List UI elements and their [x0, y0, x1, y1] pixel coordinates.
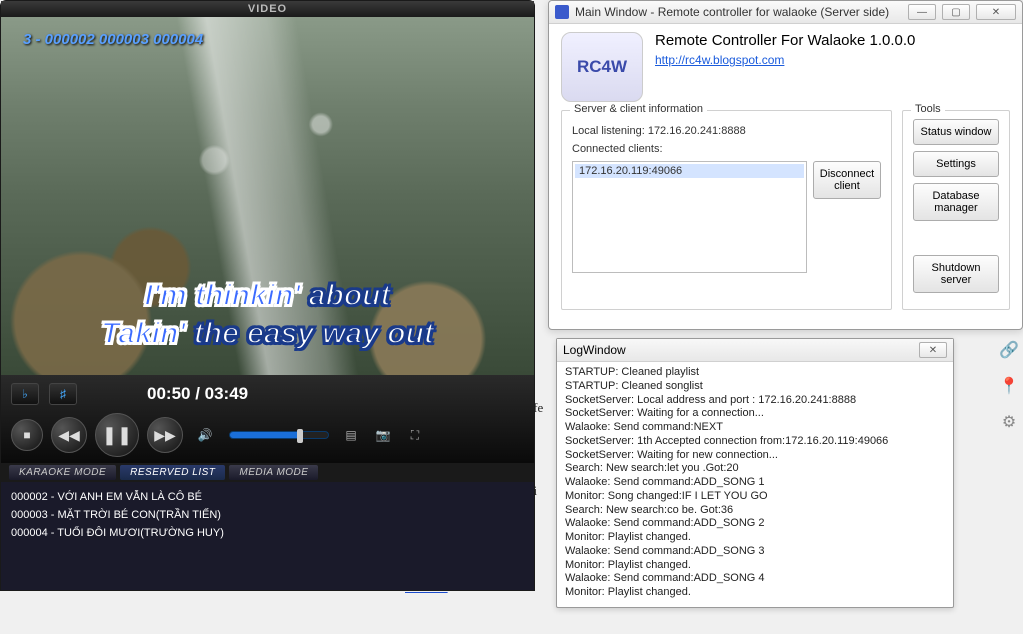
app-icon [555, 5, 569, 19]
camera-icon[interactable]: 📷 [373, 425, 393, 445]
karaoke-lyrics: I'm thinkin' about Takin' the easy way o… [1, 279, 534, 351]
log-line: Walaoke: Send command:ADD_SONG 2 [565, 517, 945, 531]
app-title: Remote Controller For Walaoke 1.0.0.0 [655, 32, 915, 49]
tab-media-mode[interactable]: MEDIA MODE [229, 465, 318, 480]
log-window: LogWindow ✕ STARTUP: Cleaned playlistSTA… [556, 338, 954, 608]
rewind-button[interactable]: ◀◀ [51, 417, 87, 453]
main-window: Main Window - Remote controller for wala… [548, 0, 1023, 330]
status-window-button[interactable]: Status window [913, 119, 999, 145]
volume-icon[interactable]: 🔊 [195, 425, 215, 445]
shutdown-server-button[interactable]: Shutdown server [913, 255, 999, 293]
client-list-item[interactable]: 172.16.20.119:49066 [575, 164, 804, 178]
log-line: STARTUP: Cleaned songlist [565, 380, 945, 394]
player-controls: ♭ ♯ 00:50 / 03:49 ■ ◀◀ ❚❚ ▶▶ 🔊 ▤ 📷 ⛶ [1, 375, 534, 463]
playlist-item[interactable]: 000004 - TUỔI ĐÔI MƯƠI(TRƯỜNG HUY) [11, 524, 524, 542]
log-line: Walaoke: Send command:NEXT [565, 421, 945, 435]
log-line: Walaoke: Send command:ADD_SONG 3 [565, 545, 945, 559]
maximize-button[interactable]: ▢ [942, 4, 970, 20]
stop-button[interactable]: ■ [11, 419, 43, 451]
mode-tabs: KARAOKE MODE RESERVED LIST MEDIA MODE [1, 463, 534, 482]
tools-group: Tools Status window Settings Database ma… [902, 110, 1010, 310]
connected-clients-label: Connected clients: [572, 143, 881, 155]
playlist-item[interactable]: 000002 - VỚI ANH EM VẪN LÀ CÔ BÉ [11, 488, 524, 506]
log-line: SocketServer: Waiting for new connection… [565, 449, 945, 463]
pause-button[interactable]: ❚❚ [95, 413, 139, 457]
tab-reserved-list[interactable]: RESERVED LIST [120, 465, 225, 480]
video-frame[interactable]: 3 - 000002 000003 000004 I'm thinkin' ab… [1, 17, 534, 375]
forward-button[interactable]: ▶▶ [147, 417, 183, 453]
main-window-title: Main Window - Remote controller for wala… [575, 5, 889, 19]
log-line: Monitor: Playlist changed. [565, 586, 945, 600]
playlist-toggle-icon[interactable]: ▤ [341, 425, 361, 445]
log-line: SocketServer: Local address and port : 1… [565, 394, 945, 408]
fullscreen-icon[interactable]: ⛶ [405, 425, 425, 445]
log-close-button[interactable]: ✕ [919, 342, 947, 358]
log-line: Search: New search:let you .Got:20 [565, 462, 945, 476]
log-line: SocketServer: Waiting for a connection..… [565, 407, 945, 421]
log-line: Walaoke: Send command:ADD_SONG 4 [565, 572, 945, 586]
log-line: Monitor: Playlist changed. [565, 531, 945, 545]
playlist-item[interactable]: 000003 - MẶT TRỜI BÉ CON(TRẦN TIẾN) [11, 506, 524, 524]
settings-button[interactable]: Settings [913, 151, 999, 177]
log-body[interactable]: STARTUP: Cleaned playlistSTARTUP: Cleane… [557, 362, 953, 608]
app-url-link[interactable]: http://rc4w.blogspot.com [655, 53, 784, 67]
location-icon[interactable]: 📍 [999, 376, 1019, 396]
minimize-button[interactable]: ― [908, 4, 936, 20]
log-line: Search: New search:co be. Got:36 [565, 504, 945, 518]
app-logo: RC4W [561, 32, 643, 102]
video-player-window: VIDEO 3 - 000002 000003 000004 I'm think… [0, 0, 535, 591]
log-window-titlebar[interactable]: LogWindow ✕ [557, 339, 953, 362]
sharp-button[interactable]: ♯ [49, 383, 77, 405]
reserved-playlist: 000002 - VỚI ANH EM VẪN LÀ CÔ BÉ 000003 … [1, 482, 534, 590]
clients-listbox[interactable]: 172.16.20.119:49066 [572, 161, 807, 273]
tools-group-title: Tools [911, 103, 945, 115]
close-button[interactable]: ✕ [976, 4, 1016, 20]
log-line: SocketServer: 1th Accepted connection fr… [565, 435, 945, 449]
log-line: Monitor: Song changed:IF I LET YOU GO [565, 490, 945, 504]
disconnect-client-button[interactable]: Disconnect client [813, 161, 881, 199]
log-window-title: LogWindow [563, 343, 626, 357]
queue-overlay: 3 - 000002 000003 000004 [23, 31, 203, 48]
sidebar-tools: 🔗 📍 ⚙ [999, 340, 1019, 432]
gear-icon[interactable]: ⚙ [999, 412, 1019, 432]
time-display: 00:50 / 03:49 [147, 384, 248, 404]
volume-slider[interactable] [229, 431, 329, 439]
log-line: STARTUP: Cleaned playlist [565, 366, 945, 380]
server-info-group: Server & client information Local listen… [561, 110, 892, 310]
video-titlebar[interactable]: VIDEO [1, 1, 534, 17]
main-window-titlebar[interactable]: Main Window - Remote controller for wala… [549, 1, 1022, 24]
tab-karaoke-mode[interactable]: KARAOKE MODE [9, 465, 116, 480]
link-icon[interactable]: 🔗 [999, 340, 1019, 360]
flat-button[interactable]: ♭ [11, 383, 39, 405]
server-group-title: Server & client information [570, 103, 707, 115]
log-line: Walaoke: Send command:ADD_SONG 1 [565, 476, 945, 490]
log-line: Monitor: Playlist changed. [565, 559, 945, 573]
database-manager-button[interactable]: Database manager [913, 183, 999, 221]
listening-label: Local listening: 172.16.20.241:8888 [572, 125, 881, 137]
